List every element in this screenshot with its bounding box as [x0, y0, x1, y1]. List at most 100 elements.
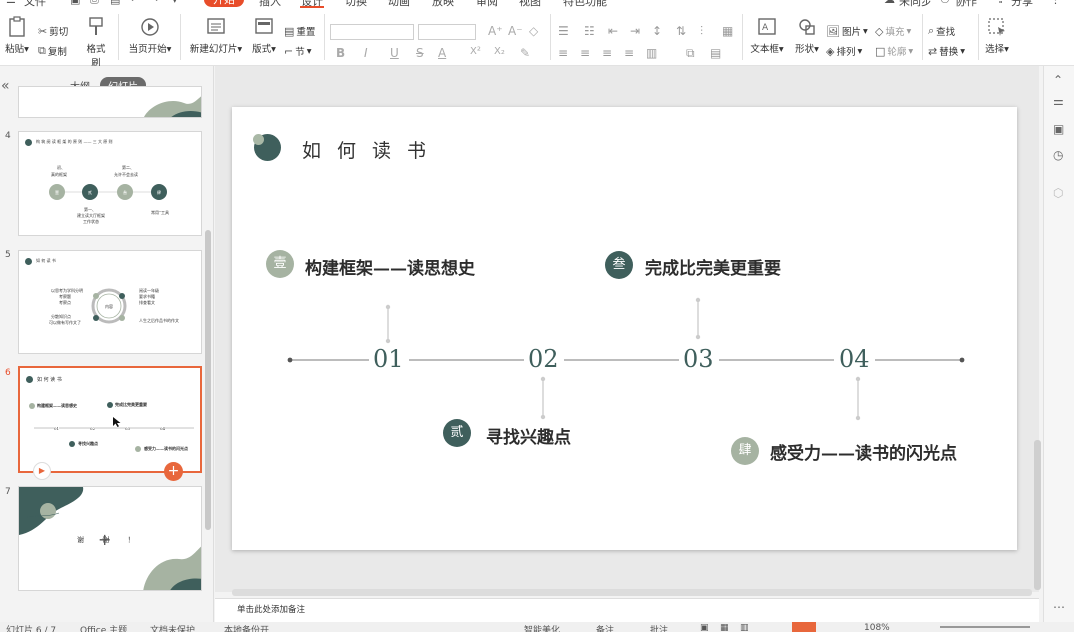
comments-button[interactable]: 批注	[650, 623, 668, 632]
underline-button[interactable]: U	[390, 46, 399, 60]
slideshow-button[interactable]	[792, 622, 816, 632]
font-name-select[interactable]	[330, 24, 414, 40]
numbering-icon[interactable]: ☷	[584, 24, 595, 38]
new-slide-button[interactable]: 新建幻灯片▾	[186, 16, 246, 55]
line-spacing-icon[interactable]: ↕	[652, 24, 662, 38]
italic-button[interactable]: I	[364, 46, 368, 60]
backup-status[interactable]: 本地备份开	[224, 623, 269, 632]
distribute-icon[interactable]: ▥	[646, 46, 657, 60]
justify-icon[interactable]: ≡	[624, 46, 634, 60]
text-direction-icon[interactable]: ⇅	[676, 24, 686, 38]
item-text-3[interactable]: 完成比完美更重要	[645, 254, 781, 279]
arrange-button[interactable]: ◈ 排列 ▾	[826, 44, 862, 59]
add-slide-button[interactable]: +	[98, 530, 111, 549]
notes-button[interactable]: 备注	[596, 623, 614, 632]
font-size-select[interactable]	[418, 24, 476, 40]
fill-button[interactable]: ◇ 填充 ▾	[875, 24, 911, 39]
copy-button[interactable]: ⧉ 复制	[38, 44, 67, 58]
increase-font-icon[interactable]: A⁺	[488, 24, 503, 38]
sync-icon[interactable]: ☁	[884, 0, 895, 6]
collab-icon[interactable]: ⚇	[940, 0, 950, 6]
add-slide-after-button[interactable]: +	[164, 462, 183, 481]
item-text-4[interactable]: 感受力——读书的闪光点	[770, 439, 957, 464]
tab-home[interactable]: 开始	[204, 0, 244, 7]
picture-button[interactable]: 🖼 图片 ▾	[826, 24, 868, 39]
beautify-button[interactable]: 智能美化	[524, 623, 560, 632]
highlight-icon[interactable]: ✎	[520, 46, 530, 60]
slide-thumbnail-3[interactable]	[18, 86, 202, 118]
chevron-up-icon[interactable]: ⌃	[1053, 73, 1063, 87]
sorter-view-icon[interactable]: ▦	[720, 623, 729, 632]
cube-icon[interactable]: ⬡	[1053, 186, 1063, 200]
format-painter-button[interactable]: 格式刷	[82, 16, 110, 69]
textbox-button[interactable]: A 文本框▾	[748, 16, 786, 55]
collapse-panel-icon[interactable]: «	[1, 78, 10, 94]
text-box-align-icon[interactable]: ▤	[710, 46, 721, 60]
timeline-number-3[interactable]: 03	[683, 345, 714, 373]
outline-button[interactable]: □ 轮廓 ▾	[875, 44, 913, 59]
share-icon[interactable]: ⇪	[996, 0, 1005, 6]
bold-button[interactable]: B	[336, 46, 345, 60]
timeline-number-4[interactable]: 04	[839, 345, 870, 373]
adjust-icon[interactable]: ⚌	[1053, 94, 1064, 108]
doc-protect-status[interactable]: 文档未保护	[150, 623, 195, 632]
save-icon[interactable]: ▣	[70, 0, 80, 6]
reset-button[interactable]: ▤ 重置	[284, 24, 315, 39]
play-from-current-button[interactable]: 当页开始▾	[126, 16, 174, 55]
history-icon[interactable]: ◷	[1053, 148, 1063, 162]
panel-scrollbar[interactable]	[205, 230, 211, 530]
section-button[interactable]: ⌐ 节 ▾	[284, 44, 312, 59]
vertical-scrollbar[interactable]	[1034, 80, 1041, 590]
find-button[interactable]: ⌕ 查找	[928, 24, 955, 38]
align-right-icon[interactable]: ≡	[602, 46, 612, 60]
replace-button[interactable]: ⇄ 替换 ▾	[928, 44, 965, 59]
notes-area[interactable]: 单击此处添加备注	[215, 598, 1039, 622]
layout-button[interactable]: 版式▾	[250, 16, 278, 55]
columns-icon[interactable]: ▦	[722, 24, 733, 38]
subscript-button[interactable]: X₂	[494, 46, 505, 57]
normal-view-icon[interactable]: ▣	[700, 623, 709, 632]
indent-decrease-icon[interactable]: ⇤	[608, 24, 618, 38]
clear-format-icon[interactable]: ◇	[529, 24, 538, 38]
align-text-icon[interactable]: ⫶	[700, 24, 703, 39]
thumb4-diagram	[49, 184, 167, 200]
horizontal-scrollbar[interactable]	[232, 589, 1032, 596]
strikethrough-button[interactable]: S	[416, 46, 424, 60]
preview-icon[interactable]: ▤	[110, 0, 120, 6]
slide-thumbnail-6[interactable]: 如 何 读 书 构建框架——读思想史 完成比完美更重要 寻找兴趣点 感受力——读…	[18, 366, 202, 473]
play-slide-button[interactable]: ▶	[33, 462, 51, 480]
slide-thumbnail-5[interactable]: 如 何 读 书 内容 以思考为学科分明 考察题 考察点 分散知识点 可以做有写作…	[18, 250, 202, 354]
item-text-1[interactable]: 构建框架——读思想史	[305, 254, 475, 279]
slide-thumbnail-4[interactable]: 构 筑 阅 读 框 架 的 原 则 —— 三 大 原 则 初、 真的框架 第二、…	[18, 131, 202, 236]
font-color-button[interactable]: A	[438, 46, 446, 60]
align-center-icon[interactable]: ≡	[580, 46, 590, 60]
timeline-number-2[interactable]: 02	[528, 345, 559, 373]
print-icon[interactable]: ⎙	[90, 0, 99, 7]
image-tools-icon[interactable]: ▣	[1053, 122, 1064, 136]
menu-icon[interactable]: ☰	[6, 0, 16, 6]
timeline-number-1[interactable]: 01	[373, 345, 404, 373]
scroll-thumb[interactable]	[1034, 440, 1041, 590]
redo-icon[interactable]: ↷	[150, 0, 159, 6]
slide-title[interactable]: 如何读书	[302, 136, 442, 163]
item-text-2[interactable]: 寻找兴趣点	[486, 423, 571, 448]
thumb-num: 03	[125, 426, 131, 431]
undo-icon[interactable]: ↶	[130, 0, 139, 6]
smartart-icon[interactable]: ⧉	[686, 46, 695, 61]
decrease-font-icon[interactable]: A⁻	[508, 24, 523, 38]
redo-dropdown-icon[interactable]: ▾	[172, 0, 178, 6]
zoom-level[interactable]: 108%	[864, 623, 890, 632]
more-options-icon[interactable]: ⋯	[1053, 600, 1065, 614]
more-icon[interactable]: ⋮	[1050, 0, 1061, 6]
cut-button[interactable]: ✂ 剪切	[38, 24, 68, 39]
zoom-slider[interactable]	[940, 626, 1030, 628]
bullets-icon[interactable]: ☰	[558, 24, 569, 38]
shape-button[interactable]: 形状▾	[792, 16, 822, 55]
play-icon: ▶	[38, 466, 46, 475]
superscript-button[interactable]: X²	[470, 46, 481, 57]
reading-view-icon[interactable]: ▥	[740, 623, 749, 632]
paste-button[interactable]: 粘贴▾	[4, 16, 30, 55]
align-left-icon[interactable]: ≡	[558, 46, 568, 60]
select-button[interactable]: 选择▾	[982, 16, 1012, 55]
indent-increase-icon[interactable]: ⇥	[630, 24, 640, 38]
